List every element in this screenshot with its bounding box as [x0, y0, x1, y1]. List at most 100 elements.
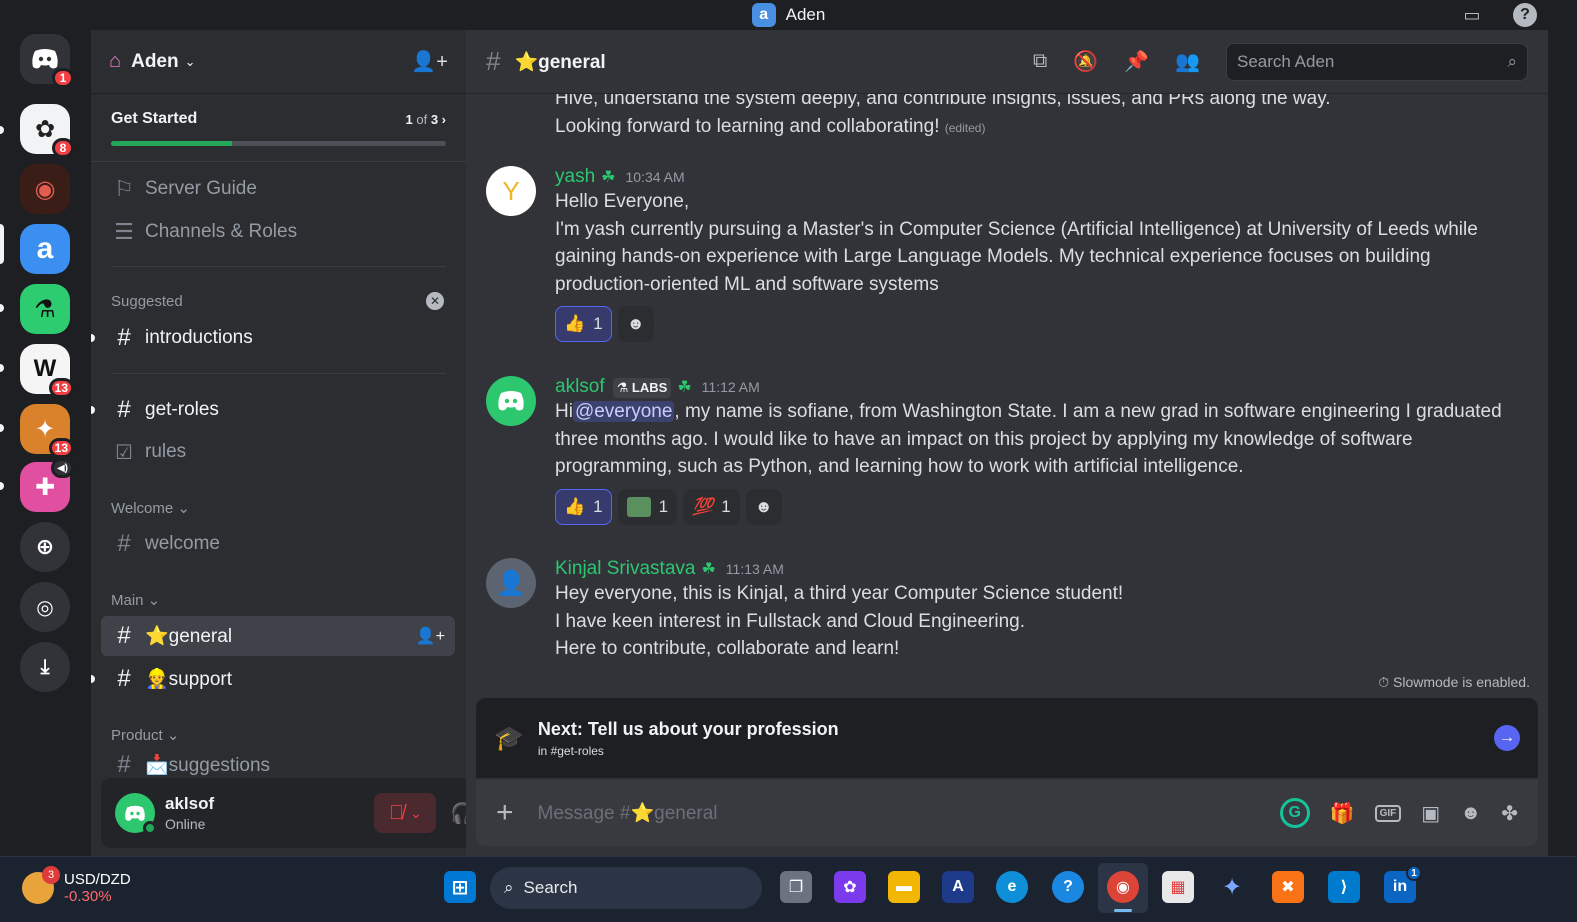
- inbox-icon[interactable]: ▭: [1459, 2, 1485, 28]
- avatar[interactable]: [486, 376, 536, 426]
- avatar[interactable]: [115, 793, 157, 835]
- get-started-panel[interactable]: Get Started 1 of 3 ›: [91, 94, 466, 162]
- pin-icon[interactable]: 📌: [1124, 49, 1149, 74]
- arrow-right-icon[interactable]: →: [1494, 725, 1520, 751]
- server-icon-labs[interactable]: ⚗: [20, 284, 70, 334]
- channel-welcome[interactable]: # welcome: [101, 524, 455, 564]
- grammarly-icon[interactable]: G: [1279, 798, 1310, 828]
- mention-everyone[interactable]: @everyone: [572, 401, 675, 422]
- category-product[interactable]: Product ⌄: [111, 726, 179, 744]
- message-composer[interactable]: + Message #⭐general G 🎁 GIF ▣ ☻ ✤: [476, 780, 1538, 846]
- author-name[interactable]: aklsof: [555, 376, 605, 397]
- unread-pill: [91, 406, 95, 414]
- channel-support[interactable]: # 👷support: [101, 659, 455, 699]
- divider: [111, 266, 446, 267]
- unread-pill: [0, 424, 4, 432]
- reaction-hundred[interactable]: 💯 1: [683, 488, 740, 525]
- message-text: I have keen interest in Fullstack and Cl…: [555, 610, 1025, 632]
- sticker-icon[interactable]: ▣: [1421, 801, 1440, 826]
- server-icon-7[interactable]: ✦ 13: [20, 404, 74, 458]
- speaker-icon: ◀): [50, 458, 74, 478]
- right-edge: [1548, 30, 1577, 856]
- channel-get-roles[interactable]: # get-roles: [101, 390, 455, 430]
- bell-muted-icon[interactable]: 🔕: [1073, 49, 1098, 74]
- reaction-thumbs-up[interactable]: 👍 1: [555, 488, 612, 525]
- unread-pill: [91, 675, 95, 683]
- copilot-icon[interactable]: ✿: [834, 871, 866, 903]
- add-server-button[interactable]: ⊕: [20, 522, 70, 572]
- server-header[interactable]: ⌂ Aden ⌄ 👤+: [91, 30, 466, 94]
- channel-sidebar: ⌂ Aden ⌄ 👤+ Get Started 1 of 3 › ⚐ Server…: [90, 30, 547, 856]
- widget-ticker[interactable]: 3 USD/DZD -0.30%: [22, 866, 131, 905]
- plus-icon[interactable]: +: [496, 796, 514, 830]
- next-step-banner[interactable]: 🎓 Next: Tell us about your profession in…: [476, 698, 1538, 778]
- invite-icon[interactable]: 👤+: [411, 49, 448, 74]
- close-icon[interactable]: ✕: [426, 292, 444, 310]
- reaction-thumbs-up[interactable]: 👍 1: [555, 306, 612, 342]
- notification-badge: 13: [48, 438, 74, 458]
- taskbar: 3 USD/DZD -0.30% ⊞ ⌕ Search ❐ ✿ ▬ A e ? ◉…: [0, 856, 1577, 922]
- category-welcome[interactable]: Welcome ⌄: [111, 499, 190, 517]
- channels-roles[interactable]: ☰ Channels & Roles: [111, 219, 297, 245]
- discover-icon[interactable]: ◎: [20, 582, 70, 632]
- server-icon-6[interactable]: W 13: [20, 344, 74, 398]
- chrome-icon[interactable]: ◉: [1107, 871, 1139, 903]
- linkedin-icon[interactable]: in 1: [1384, 865, 1422, 903]
- gift-icon[interactable]: 🎁: [1330, 801, 1355, 826]
- server-icon-2[interactable]: ✿ 8: [20, 104, 74, 158]
- mic-muted-icon: 🎙̸: [389, 801, 405, 824]
- gemini-icon[interactable]: ✦: [1216, 871, 1248, 903]
- category-main[interactable]: Main ⌄: [111, 591, 160, 609]
- xampp-icon[interactable]: ✖: [1272, 871, 1304, 903]
- server-badge-icon: ⌂: [109, 50, 122, 72]
- suggested-label: Suggested: [111, 293, 183, 310]
- server-icon-python[interactable]: ✚ ◀): [20, 458, 74, 512]
- vscode-icon[interactable]: ⟩: [1328, 871, 1360, 903]
- taskbar-search[interactable]: ⌕ Search: [490, 867, 762, 909]
- members-icon[interactable]: 👥: [1175, 49, 1200, 74]
- hash-icon: #: [486, 46, 501, 76]
- windows-start-icon[interactable]: ⊞: [444, 871, 476, 903]
- notification-badge: 1: [52, 68, 74, 88]
- search-icon: ⌕: [504, 878, 514, 897]
- add-reaction-icon[interactable]: ☻: [745, 488, 782, 525]
- avatar[interactable]: 👤: [486, 558, 536, 608]
- server-icon-3[interactable]: ◉: [20, 164, 70, 214]
- task-view-icon[interactable]: ❐: [780, 871, 812, 903]
- notification-badge: 8: [52, 138, 74, 158]
- emoji-icon[interactable]: ☻: [1460, 802, 1481, 825]
- help-icon[interactable]: ?: [1513, 3, 1537, 27]
- channel-general[interactable]: # ⭐general 👤+: [101, 616, 455, 656]
- avatar[interactable]: Y: [486, 166, 536, 216]
- server-icon-aden[interactable]: a: [20, 224, 70, 274]
- hash-icon: #: [117, 530, 131, 557]
- add-reaction-icon[interactable]: ☻: [617, 306, 654, 342]
- apps-icon[interactable]: ✤: [1501, 801, 1518, 826]
- mute-button[interactable]: 🎙̸ ⌄: [374, 793, 437, 833]
- author-name[interactable]: Kinjal Srivastava: [555, 558, 695, 579]
- invite-icon[interactable]: 👤+: [416, 626, 445, 646]
- message-text: Hello Everyone,: [555, 191, 690, 212]
- window-title: Aden: [785, 5, 826, 24]
- channel-suggestions[interactable]: # 📩suggestions: [101, 750, 455, 780]
- threads-icon[interactable]: ⧉: [1033, 50, 1047, 73]
- edge-icon[interactable]: e: [996, 871, 1028, 903]
- message-text: Looking forward to learning and collabor…: [555, 115, 986, 137]
- help-app-icon[interactable]: ?: [1052, 871, 1084, 903]
- app-icon[interactable]: A: [942, 871, 974, 903]
- channel-introductions[interactable]: # introductions: [101, 318, 455, 358]
- reaction-custom[interactable]: 1: [617, 488, 678, 525]
- author-name[interactable]: yash: [555, 166, 595, 187]
- download-icon[interactable]: ⤓: [20, 642, 70, 692]
- file-explorer-icon[interactable]: ▬: [888, 871, 920, 903]
- message-text: Hey everyone, this is Kinjal, a third ye…: [555, 583, 1124, 604]
- search-input[interactable]: Search Aden ⌕: [1226, 42, 1528, 81]
- store-icon[interactable]: ▦: [1162, 871, 1194, 903]
- server-guide[interactable]: ⚐ Server Guide: [111, 176, 257, 202]
- channel-rules[interactable]: ☑ rules: [101, 432, 455, 472]
- discord-home-button[interactable]: 1: [20, 34, 74, 88]
- gif-icon[interactable]: GIF: [1374, 804, 1402, 822]
- guild-tag[interactable]: ⚗ LABS: [612, 377, 672, 398]
- next-step-title: Next: Tell us about your profession: [537, 718, 839, 739]
- message-input[interactable]: Message #⭐general: [538, 801, 718, 825]
